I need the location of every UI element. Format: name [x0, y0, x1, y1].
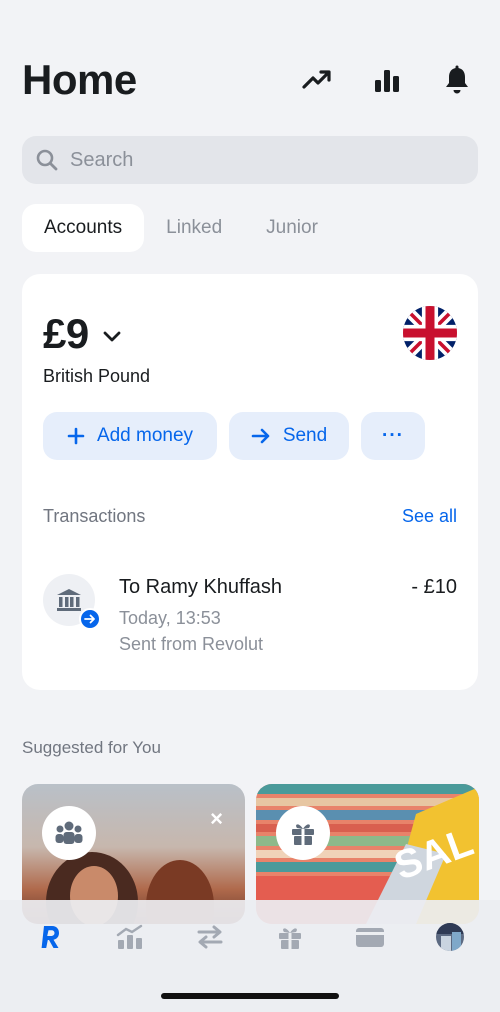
tab-accounts[interactable]: Accounts: [22, 204, 145, 252]
rewards-icon[interactable]: [273, 920, 307, 954]
bell-icon[interactable]: [440, 63, 474, 97]
search-bar[interactable]: [22, 136, 478, 184]
page-title: Home: [22, 56, 137, 103]
add-money-label: Add money: [96, 425, 194, 446]
search-icon: [34, 147, 60, 173]
transaction-amount: - £10: [411, 576, 457, 598]
bar-chart-icon[interactable]: [370, 63, 404, 97]
gift-icon: [276, 806, 330, 860]
tab-junior[interactable]: Junior: [244, 204, 340, 252]
account-actions: Add money Send ···: [43, 412, 425, 460]
transaction-title: To Ramy Khuffash: [119, 576, 283, 598]
plus-icon: [67, 427, 85, 445]
revolut-home-icon[interactable]: [33, 920, 67, 954]
send-button[interactable]: Send: [229, 412, 349, 460]
header: Home: [22, 52, 478, 108]
balance[interactable]: £9: [43, 310, 123, 358]
group-icon: [42, 806, 96, 860]
arrow-right-icon: [251, 428, 271, 444]
transaction-time: Today, 13:53: [119, 608, 221, 628]
transactions-header: Transactions See all: [43, 506, 457, 527]
cards-icon[interactable]: [353, 920, 387, 954]
send-label: Send: [282, 425, 328, 446]
tab-linked[interactable]: Linked: [144, 204, 244, 252]
currency-name: British Pound: [43, 366, 151, 386]
uk-flag-icon[interactable]: [403, 306, 457, 360]
close-icon[interactable]: ×: [210, 806, 223, 832]
outgoing-arrow-icon: [79, 608, 101, 630]
see-all-link[interactable]: See all: [402, 506, 457, 527]
home-indicator[interactable]: [161, 993, 339, 999]
trend-icon[interactable]: [300, 63, 334, 97]
suggested-title: Suggested for You: [22, 738, 161, 757]
transactions-label: Transactions: [43, 506, 146, 526]
transaction-subtitle: Sent from Revolut: [119, 634, 264, 654]
more-icon: ···: [382, 425, 404, 446]
balance-amount: £9: [43, 310, 89, 357]
transaction-row[interactable]: To Ramy Khuffash Today, 13:53 Sent from …: [43, 574, 457, 664]
account-card: £9 British Pound Add money Send ··· Tran…: [22, 274, 478, 690]
transfers-icon[interactable]: [193, 920, 227, 954]
profile-avatar[interactable]: [433, 920, 467, 954]
search-input[interactable]: [70, 148, 450, 172]
more-button[interactable]: ···: [361, 412, 425, 460]
header-icons: [300, 63, 474, 97]
add-money-button[interactable]: Add money: [43, 412, 217, 460]
chevron-down-icon[interactable]: [101, 326, 123, 348]
wealth-icon[interactable]: [113, 920, 147, 954]
account-tabs: Accounts Linked Junior: [22, 204, 340, 252]
